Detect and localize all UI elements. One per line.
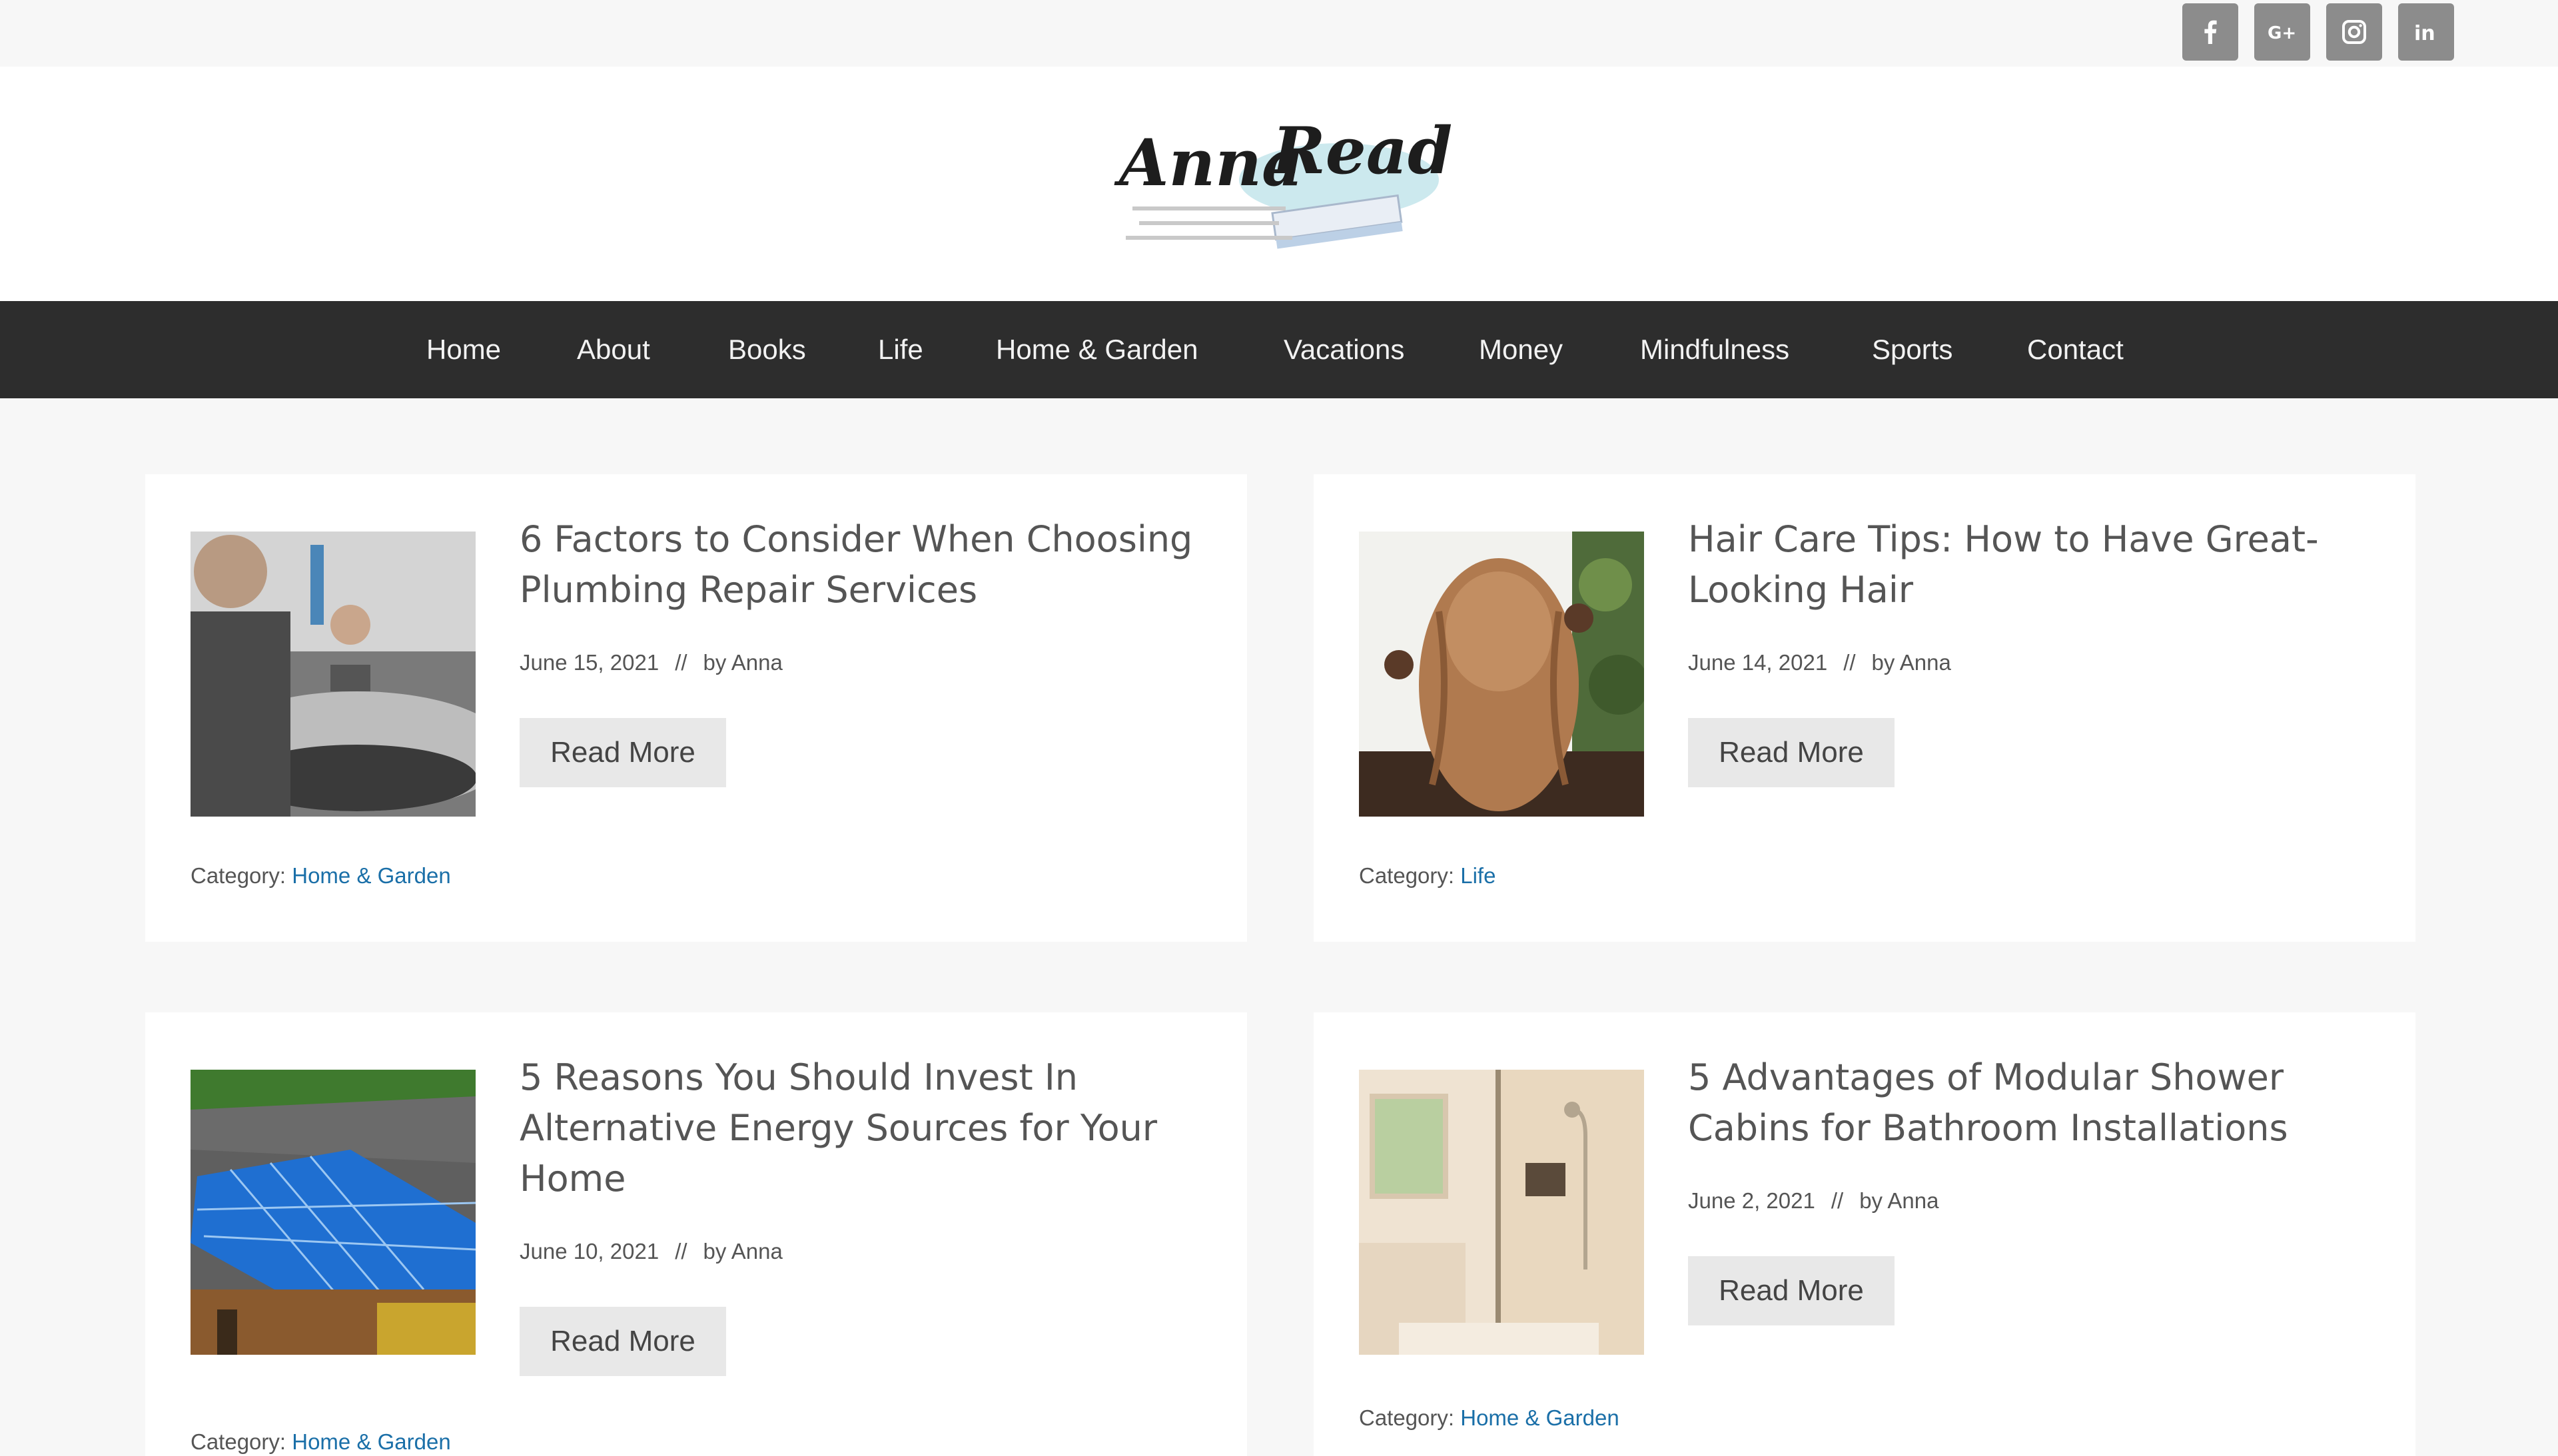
svg-text:G+: G+ — [2268, 23, 2296, 43]
post-card: 5 Reasons You Should Invest In Alternati… — [145, 1012, 1247, 1456]
post-card: Hair Care Tips: How to Have Great-Lookin… — [1314, 474, 2415, 942]
post-meta: June 10, 2021 // by Anna — [520, 1239, 783, 1264]
nav-item-home-garden[interactable]: Home & Garden — [996, 301, 1198, 398]
post-category: Category: Home & Garden — [191, 863, 451, 889]
post-thumbnail-hair[interactable] — [1359, 532, 1644, 817]
post-category: Category: Home & Garden — [1359, 1405, 1619, 1431]
nav-item-about[interactable]: About — [577, 301, 650, 398]
post-meta: June 2, 2021 // by Anna — [1688, 1188, 1938, 1214]
nav-item-life[interactable]: Life — [878, 301, 923, 398]
category-link[interactable]: Home & Garden — [292, 1429, 450, 1454]
svg-text:in: in — [2414, 22, 2435, 45]
nav-item-vacations[interactable]: Vacations — [1284, 301, 1404, 398]
category-label: Category: — [1359, 1405, 1455, 1430]
post-thumbnail-solar[interactable] — [191, 1070, 476, 1355]
read-more-button[interactable]: Read More — [520, 718, 726, 787]
instagram-icon[interactable] — [2326, 3, 2382, 61]
post-title[interactable]: 5 Reasons You Should Invest In Alternati… — [520, 1052, 1199, 1204]
meta-separator: // — [675, 1239, 687, 1264]
post-title[interactable]: 5 Advantages of Modular Shower Cabins fo… — [1688, 1052, 2367, 1154]
site-header: Anna Reads — [0, 67, 2558, 301]
meta-separator: // — [1831, 1188, 1844, 1213]
main-nav: Home About Books Life Home & Garden Vaca… — [0, 301, 2558, 398]
meta-separator: // — [675, 650, 687, 675]
google-plus-icon[interactable]: G+ — [2254, 3, 2310, 61]
post-author: by Anna — [1871, 650, 1951, 675]
post-date: June 15, 2021 — [520, 650, 659, 675]
meta-separator: // — [1843, 650, 1856, 675]
post-category: Category: Home & Garden — [191, 1429, 451, 1455]
post-title[interactable]: Hair Care Tips: How to Have Great-Lookin… — [1688, 514, 2367, 615]
post-card: 6 Factors to Consider When Choosing Plum… — [145, 474, 1247, 942]
post-date: June 10, 2021 — [520, 1239, 659, 1264]
post-author: by Anna — [1859, 1188, 1939, 1213]
category-label: Category: — [1359, 863, 1455, 888]
post-title[interactable]: 6 Factors to Consider When Choosing Plum… — [520, 514, 1199, 615]
category-label: Category: — [191, 863, 286, 888]
category-link[interactable]: Home & Garden — [1460, 1405, 1619, 1430]
nav-item-home[interactable]: Home — [426, 301, 501, 398]
read-more-button[interactable]: Read More — [520, 1307, 726, 1376]
category-label: Category: — [191, 1429, 286, 1454]
read-more-button[interactable]: Read More — [1688, 1256, 1895, 1325]
post-card: 5 Advantages of Modular Shower Cabins fo… — [1314, 1012, 2415, 1456]
category-link[interactable]: Life — [1460, 863, 1495, 888]
post-thumbnail-plumbing[interactable] — [191, 532, 476, 817]
nav-item-mindfulness[interactable]: Mindfulness — [1640, 301, 1789, 398]
nav-item-sports[interactable]: Sports — [1872, 301, 1952, 398]
facebook-icon[interactable] — [2182, 3, 2238, 61]
post-date: June 2, 2021 — [1688, 1188, 1815, 1213]
top-bar: G+ in — [0, 0, 2558, 67]
read-more-button[interactable]: Read More — [1688, 718, 1895, 787]
post-category: Category: Life — [1359, 863, 1495, 889]
post-meta: June 14, 2021 // by Anna — [1688, 650, 1951, 675]
nav-item-money[interactable]: Money — [1479, 301, 1563, 398]
post-author: by Anna — [703, 650, 783, 675]
post-meta: June 15, 2021 // by Anna — [520, 650, 783, 675]
site-logo[interactable]: Anna Reads — [1106, 107, 1488, 280]
nav-item-books[interactable]: Books — [728, 301, 806, 398]
post-author: by Anna — [703, 1239, 783, 1264]
post-thumbnail-shower[interactable] — [1359, 1070, 1644, 1355]
category-link[interactable]: Home & Garden — [292, 863, 450, 888]
post-date: June 14, 2021 — [1688, 650, 1828, 675]
svg-text:Reads: Reads — [1270, 113, 1452, 188]
nav-item-contact[interactable]: Contact — [2027, 301, 2124, 398]
linkedin-icon[interactable]: in — [2398, 3, 2454, 61]
